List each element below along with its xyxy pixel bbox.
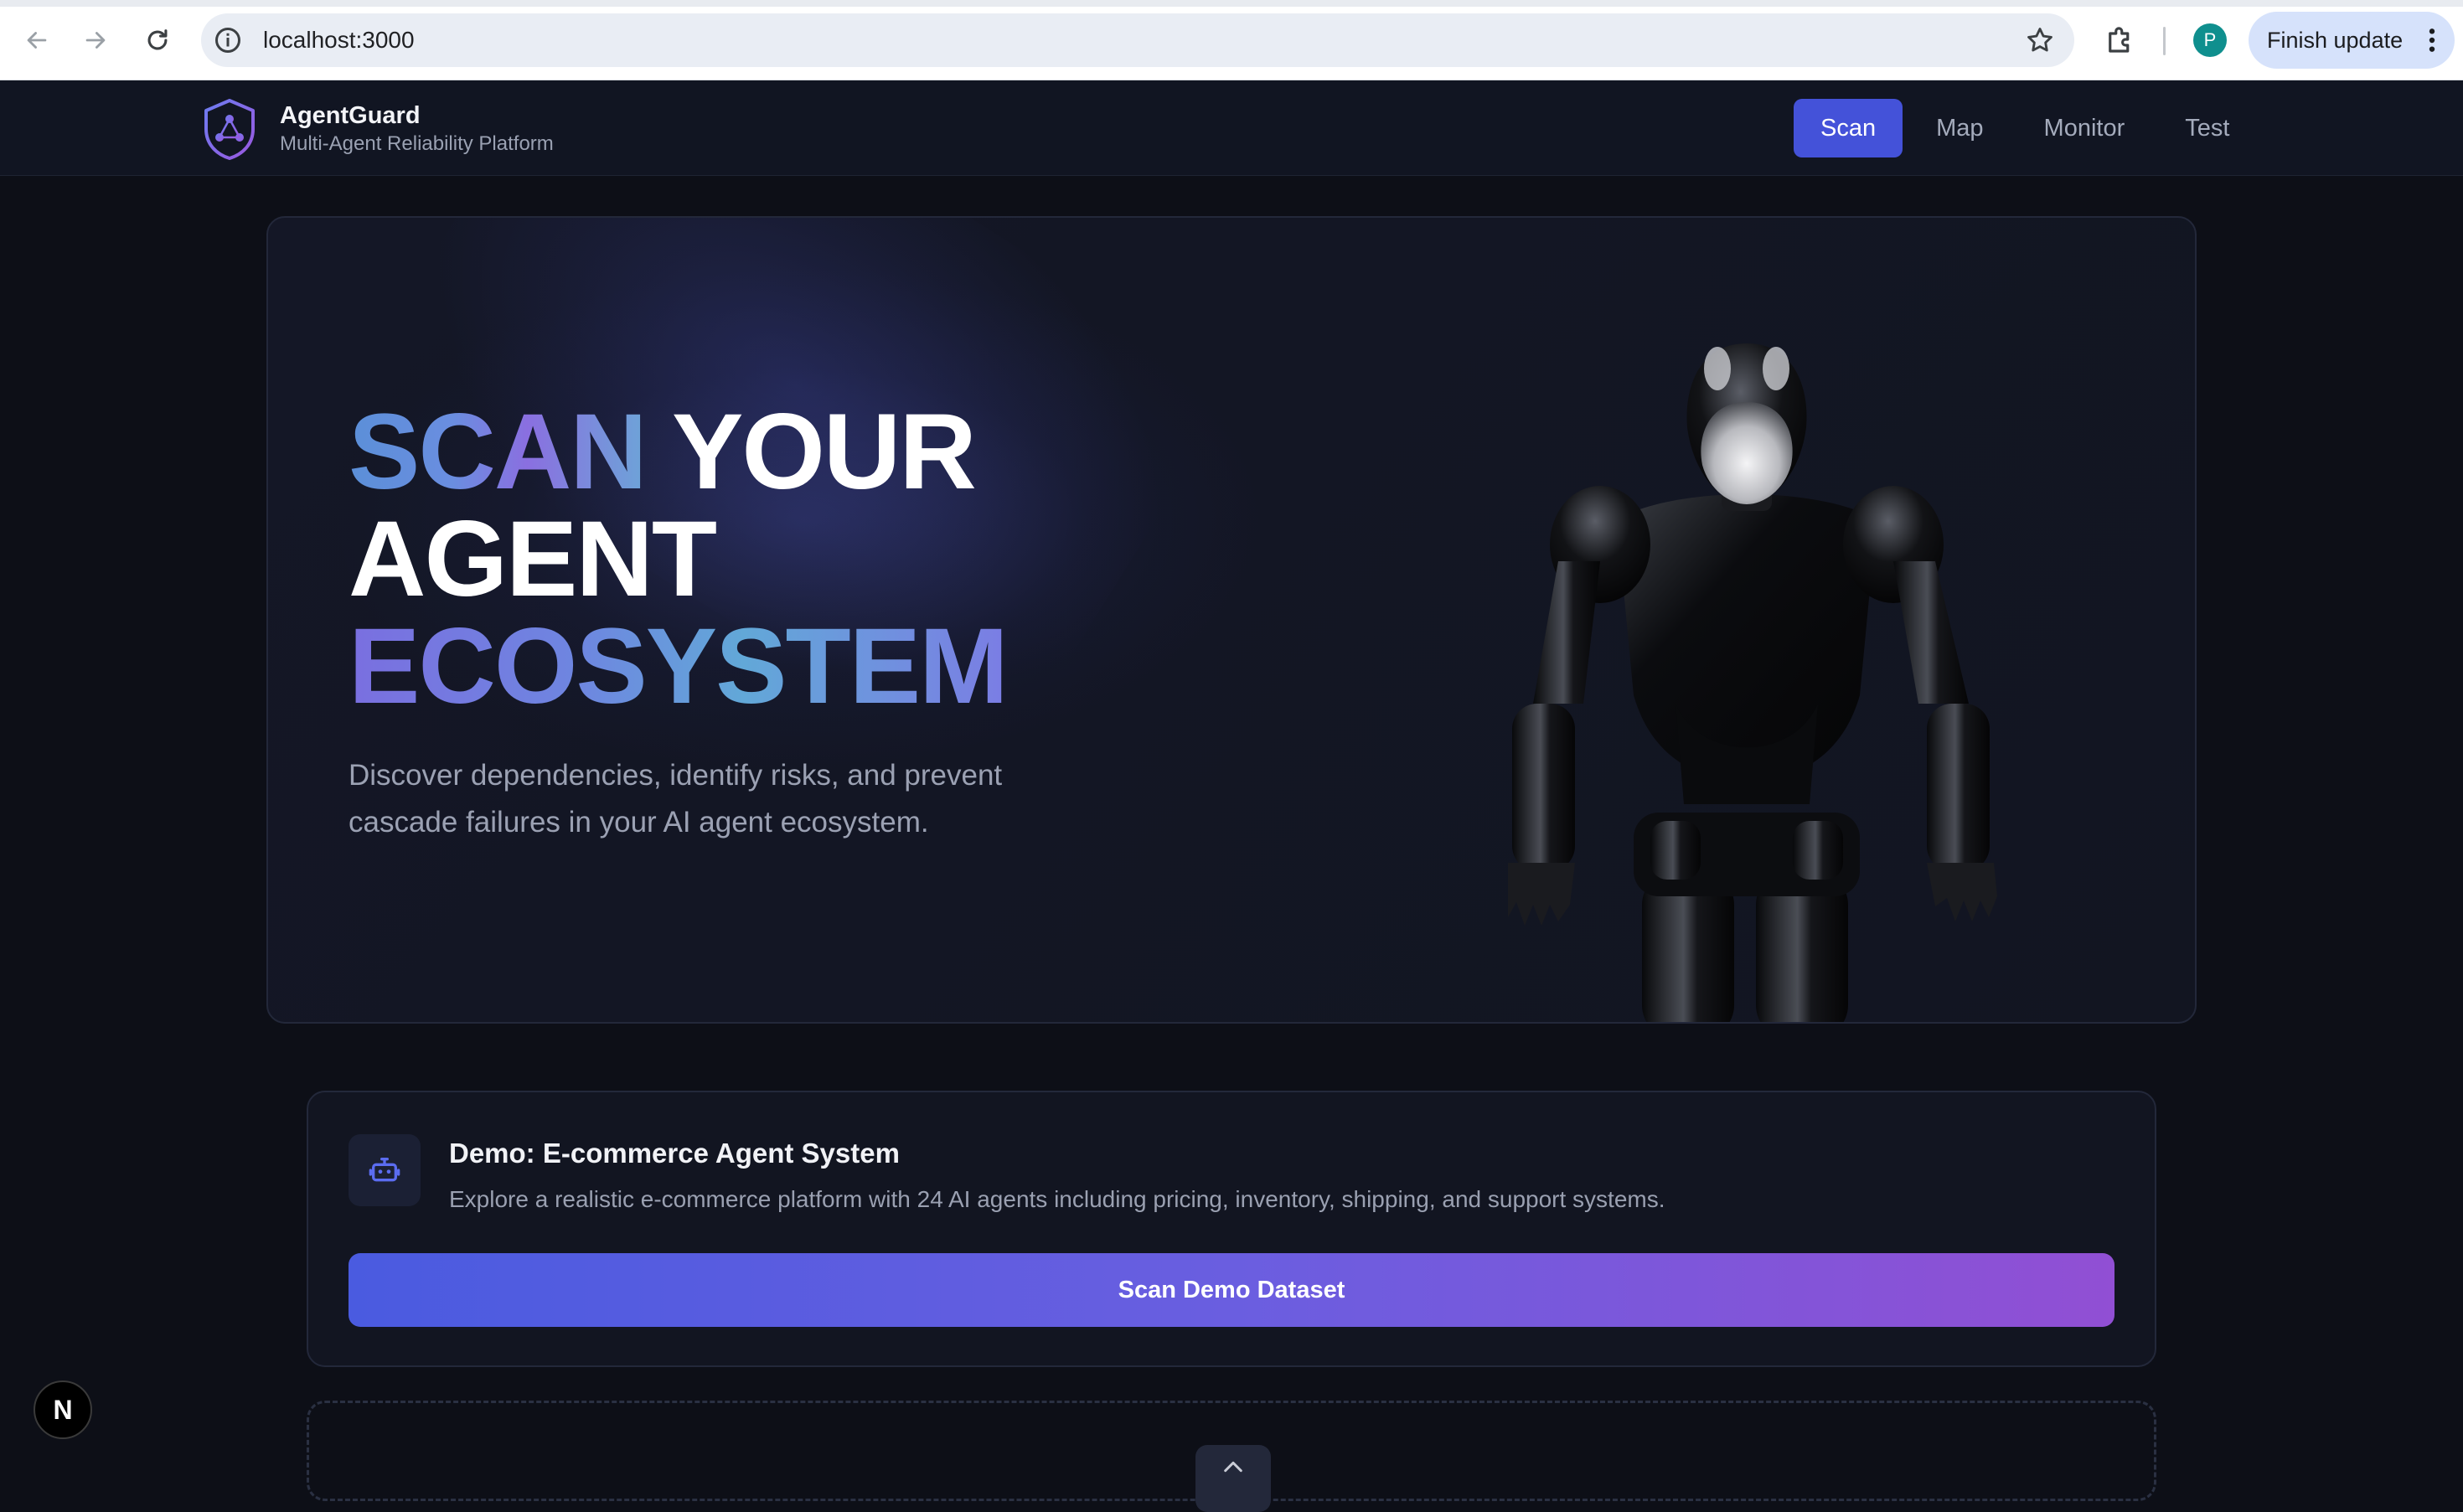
site-info-icon[interactable]	[213, 25, 243, 55]
finish-update-label: Finish update	[2267, 27, 2404, 53]
browser-chrome: localhost:3000 P Finish update	[0, 0, 2463, 80]
tab-map[interactable]: Map	[1909, 99, 2010, 157]
upload-icon-box	[1195, 1445, 1271, 1512]
hero-title-ecosystem: ECOSYSTEM	[349, 606, 1009, 726]
robot-icon	[369, 1158, 400, 1182]
profile-avatar[interactable]: P	[2193, 23, 2227, 57]
forward-button[interactable]	[74, 18, 117, 62]
hero-title-your: YOUR	[671, 392, 977, 512]
brand-name: AgentGuard	[280, 102, 421, 129]
back-button[interactable]	[15, 18, 59, 62]
demo-title: Demo: E-commerce Agent System	[449, 1138, 900, 1169]
demo-card: Demo: E-commerce Agent System Explore a …	[307, 1091, 2156, 1367]
main-nav: Scan Map Monitor Test	[1794, 99, 2256, 157]
address-bar[interactable]: localhost:3000	[201, 13, 2074, 67]
forward-arrow-icon	[85, 32, 106, 49]
app-header: AgentGuard Multi-Agent Reliability Platf…	[0, 80, 2463, 176]
tab-monitor[interactable]: Monitor	[2017, 99, 2152, 157]
demo-description: Explore a realistic e-commerce platform …	[449, 1186, 1665, 1212]
finish-update-button[interactable]: Finish update	[2249, 12, 2455, 69]
toolbar-divider	[2163, 27, 2166, 55]
brand-subtitle: Multi-Agent Reliability Platform	[280, 132, 554, 155]
hero-title-scan: SCAN	[349, 392, 648, 512]
tab-test[interactable]: Test	[2158, 99, 2256, 157]
url-text[interactable]: localhost:3000	[263, 27, 415, 54]
upload-dropzone[interactable]	[307, 1401, 2156, 1512]
reload-button[interactable]	[136, 18, 179, 62]
hero-description: Discover dependencies, identify risks, a…	[349, 759, 1003, 839]
bookmark-star-icon[interactable]	[2024, 24, 2056, 56]
shield-logo-icon[interactable]	[199, 97, 260, 161]
hero-title-agent: AGENT	[349, 499, 717, 619]
demo-icon-box	[349, 1134, 421, 1206]
nextjs-dev-badge[interactable]: N	[34, 1380, 92, 1439]
tab-scan[interactable]: Scan	[1794, 99, 1903, 157]
scan-demo-button[interactable]: Scan Demo Dataset	[349, 1253, 2114, 1327]
hero-section: SCAN YOUR AGENT ECOSYSTEM Discover depen…	[266, 216, 2197, 1024]
reload-icon	[147, 29, 168, 50]
extensions-puzzle-icon[interactable]	[2103, 22, 2138, 57]
robot-illustration	[1508, 343, 1997, 1022]
hero-title: SCAN YOUR AGENT ECOSYSTEM	[349, 399, 1102, 720]
more-menu-icon	[2429, 28, 2435, 52]
upload-arrow-icon	[1224, 1461, 1242, 1473]
tab-strip	[0, 0, 2463, 7]
back-arrow-icon	[27, 32, 47, 49]
